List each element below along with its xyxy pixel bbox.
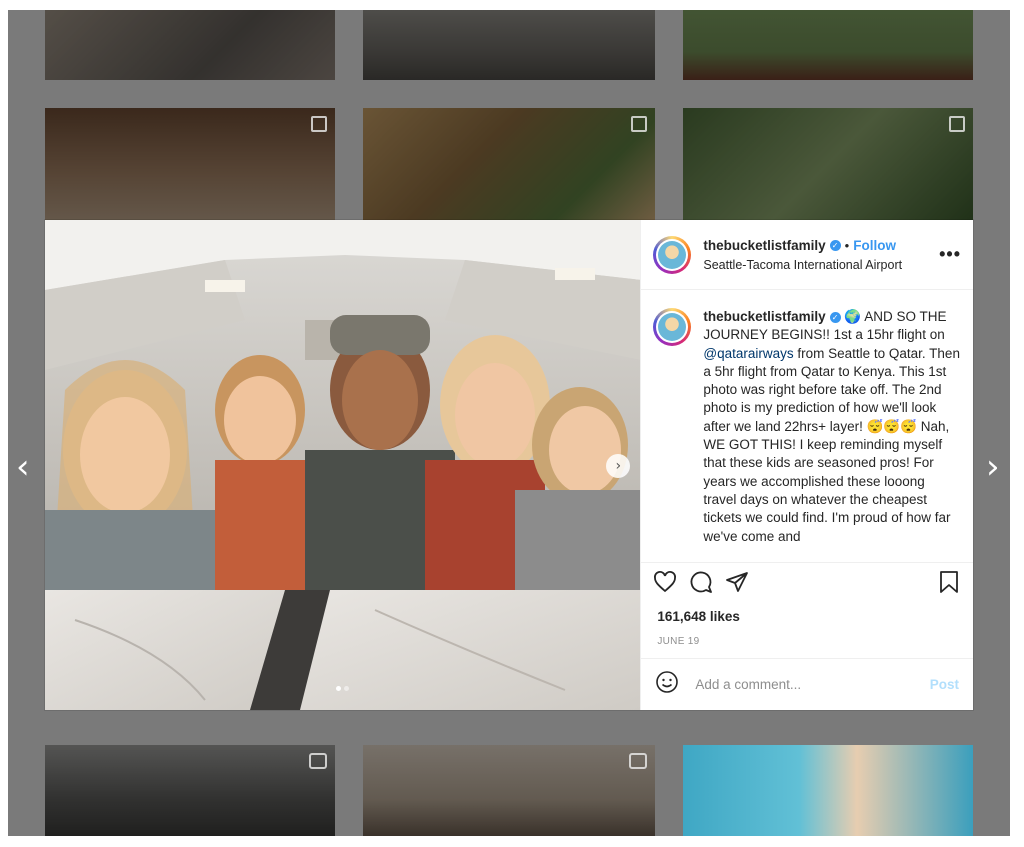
reel-icon bbox=[309, 753, 327, 769]
grid-thumbnail[interactable] bbox=[45, 108, 335, 220]
reel-icon bbox=[629, 753, 647, 769]
post-header: thebucketlistfamily ✓ • Follow Seattle-Taco… bbox=[641, 220, 973, 290]
post-date[interactable]: JUNE 19 bbox=[641, 628, 973, 658]
post-comment-button[interactable]: Post bbox=[930, 677, 959, 692]
bookmark-icon[interactable] bbox=[937, 570, 961, 599]
add-comment-bar: Post bbox=[641, 658, 973, 710]
post-side-panel: thebucketlistfamily ✓ • Follow Seattle-Taco… bbox=[640, 220, 973, 710]
post-modal: › thebucketlistfamily ✓ • Follow Seattle-Ta… bbox=[45, 220, 973, 710]
carousel-dot bbox=[344, 686, 350, 691]
caption-area: thebucketlistfamily ✓ 🌍 AND SO THE JOURNE… bbox=[641, 290, 973, 562]
likes-count[interactable]: 161,648 likes bbox=[641, 606, 973, 628]
caption-text: from Seattle to Qatar. Then a 5hr flight… bbox=[703, 345, 960, 544]
post-photo[interactable]: › bbox=[45, 220, 641, 710]
emoji-icon[interactable] bbox=[655, 670, 679, 699]
separator: • bbox=[844, 238, 850, 253]
avatar[interactable] bbox=[653, 308, 692, 346]
grid-thumbnail[interactable] bbox=[363, 10, 655, 80]
follow-button[interactable]: Follow bbox=[853, 238, 896, 253]
carousel-icon bbox=[311, 116, 327, 132]
grid-thumbnail[interactable] bbox=[45, 10, 335, 80]
family-airplane-photo bbox=[45, 220, 641, 710]
username-link[interactable]: thebucketlistfamily bbox=[703, 238, 825, 253]
carousel-dot bbox=[336, 686, 342, 691]
avatar[interactable] bbox=[653, 235, 692, 274]
previous-post-arrow[interactable]: ‹ bbox=[16, 450, 30, 484]
post-caption: thebucketlistfamily ✓ 🌍 AND SO THE JOURNE… bbox=[703, 308, 961, 562]
verified-badge-icon: ✓ bbox=[829, 240, 841, 252]
carousel-indicator bbox=[45, 678, 640, 696]
verified-badge-icon: ✓ bbox=[829, 311, 841, 323]
heart-icon[interactable] bbox=[653, 570, 677, 599]
carousel-icon bbox=[631, 116, 647, 132]
caption-username[interactable]: thebucketlistfamily bbox=[703, 309, 825, 324]
comment-input[interactable] bbox=[693, 676, 930, 693]
next-post-arrow[interactable]: › bbox=[986, 450, 1000, 484]
grid-thumbnail[interactable] bbox=[683, 10, 973, 80]
more-options-icon[interactable]: ••• bbox=[939, 244, 961, 265]
grid-thumbnail[interactable] bbox=[363, 745, 655, 836]
share-icon[interactable] bbox=[725, 570, 749, 599]
grid-thumbnail[interactable] bbox=[683, 108, 973, 220]
mention-link[interactable]: @qatarairways bbox=[703, 346, 793, 361]
grid-thumbnail[interactable] bbox=[363, 108, 655, 220]
location-link[interactable]: Seattle-Tacoma International Airport bbox=[703, 258, 939, 272]
action-bar bbox=[641, 562, 973, 606]
grid-thumbnail[interactable] bbox=[45, 745, 335, 836]
grid-thumbnail[interactable] bbox=[683, 745, 973, 836]
carousel-icon bbox=[949, 116, 965, 132]
comment-icon[interactable] bbox=[689, 570, 713, 599]
